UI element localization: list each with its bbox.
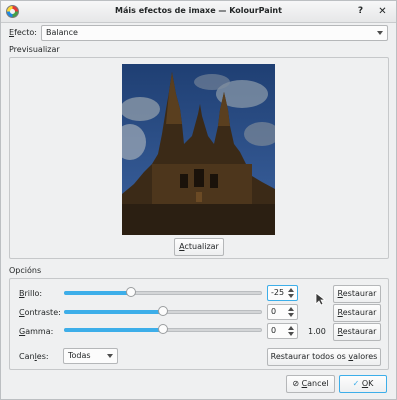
update-button-label: ctualizar [184,242,219,251]
gamma-value: 0 [271,326,277,335]
brightness-fill [64,291,132,295]
effect-combobox[interactable]: Balance [41,25,388,41]
channels-combobox[interactable]: Todas [63,348,118,364]
contrast-spinbox[interactable]: 0 [267,304,298,320]
gamma-spinbox[interactable]: 0 [267,323,298,339]
cathedral-preview-graphic [122,64,275,235]
gamma-slider[interactable] [64,323,262,337]
spin-arrows-icon[interactable] [287,287,295,299]
spin-arrows-icon[interactable] [287,325,295,337]
brightness-handle[interactable] [126,287,137,297]
checkmark-icon: ✓ [352,379,360,388]
cancel-icon: ⊘ [292,379,300,388]
brightness-value: -25 [271,288,285,297]
channels-label: Canles: [19,352,49,361]
ok-button[interactable]: ✓ OK [339,375,387,393]
titlebar[interactable]: Máis efectos de imaxe — KolourPaint ? ✕ [1,1,396,23]
gamma-reset-button[interactable]: Restaurar [333,323,381,341]
gamma-label: Gamma: [19,327,54,336]
brightness-reset-button[interactable]: Restaurar [333,285,381,303]
channels-selected-value: Todas [68,351,91,360]
brightness-spinbox[interactable]: -25 [267,285,298,301]
contrast-value: 0 [271,307,277,316]
brightness-label: Brillo: [19,289,43,298]
chevron-down-icon [377,31,383,35]
contrast-label: Contraste: [19,308,61,317]
contrast-slider[interactable] [64,305,262,319]
chevron-down-icon [107,354,113,358]
window-title: Máis efectos de imaxe — KolourPaint [115,6,282,15]
effect-label: Efecto: [9,28,37,37]
options-section-label: Opcións [9,266,42,275]
close-icon[interactable]: ✕ [376,5,389,18]
update-preview-button[interactable]: Actualizar [174,238,224,256]
brightness-slider[interactable] [64,286,262,300]
contrast-reset-button[interactable]: Restaurar [333,304,381,322]
dialog-window: Máis efectos de imaxe — KolourPaint ? ✕ … [0,0,397,400]
gamma-handle[interactable] [158,324,168,334]
effect-selected-value: Balance [46,28,78,37]
mouse-pointer-icon [315,292,326,306]
preview-image [122,64,275,235]
reset-all-button[interactable]: Restaurar todos os valores [267,348,381,366]
cancel-button[interactable]: ⊘ Cancel [286,375,335,393]
help-icon[interactable]: ? [354,5,367,18]
gamma-fill [64,328,163,332]
effect-label-text: fecto: [14,28,37,37]
preview-section-label: Previsualizar [9,45,60,54]
contrast-handle[interactable] [158,306,168,316]
spin-arrows-icon[interactable] [287,306,295,318]
contrast-fill [64,310,163,314]
gamma-display-value: 1.00 [308,327,326,336]
